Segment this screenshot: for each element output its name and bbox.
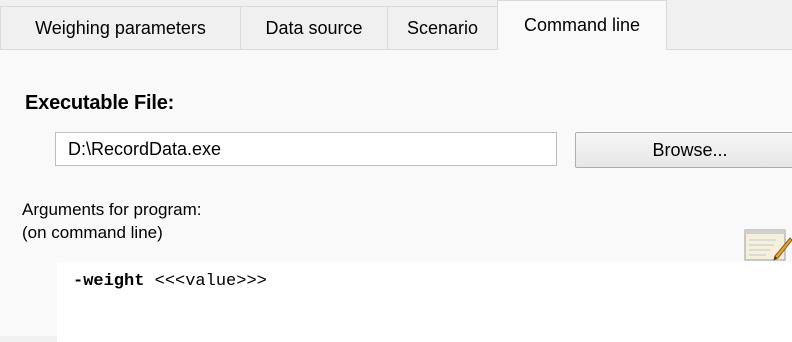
executable-path-input[interactable]: D:\RecordData.exe bbox=[55, 132, 557, 166]
arguments-flag: -weight bbox=[73, 272, 145, 291]
arguments-editor[interactable]: -weight <<<value>>> bbox=[57, 262, 792, 342]
arguments-placeholder: <<<value>>> bbox=[144, 272, 267, 291]
tab-strip: Weighing parameters Data source Scenario… bbox=[0, 0, 792, 50]
browse-button[interactable]: Browse... bbox=[575, 132, 792, 168]
notepad-pencil-icon[interactable] bbox=[744, 222, 792, 262]
arguments-label-line1: Arguments for program: bbox=[22, 200, 202, 219]
arguments-label-line2: (on command line) bbox=[22, 223, 163, 242]
tab-command-line[interactable]: Command line bbox=[497, 0, 667, 50]
command-line-panel: Executable File: D:\RecordData.exe Brows… bbox=[0, 50, 792, 342]
tab-weighing-parameters[interactable]: Weighing parameters bbox=[0, 6, 241, 49]
executable-file-label: Executable File: bbox=[25, 92, 175, 114]
arguments-label: Arguments for program: (on command line) bbox=[22, 198, 202, 244]
tab-scenario[interactable]: Scenario bbox=[387, 6, 498, 49]
arguments-text: -weight <<<value>>> bbox=[73, 272, 267, 291]
tab-data-source[interactable]: Data source bbox=[240, 6, 388, 49]
